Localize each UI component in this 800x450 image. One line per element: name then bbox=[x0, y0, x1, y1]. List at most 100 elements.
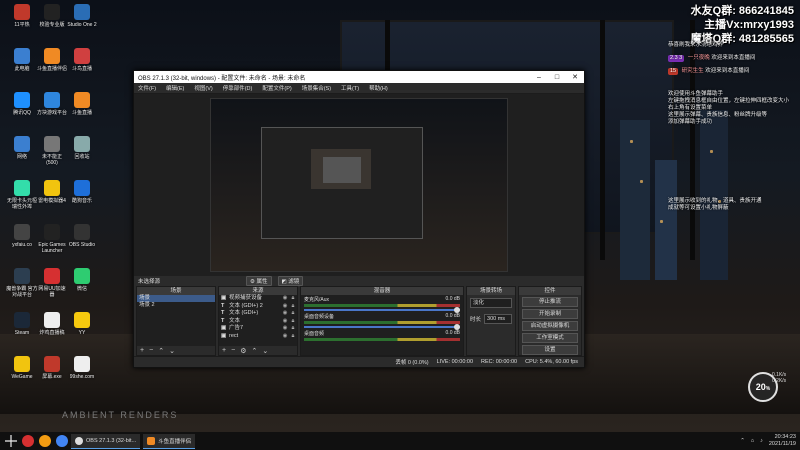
desktop-icon[interactable]: 回收站 bbox=[66, 136, 98, 160]
lock-icon[interactable]: 🔒︎ bbox=[289, 325, 297, 333]
close-icon[interactable]: ✕ bbox=[566, 73, 584, 81]
desktop-icon[interactable]: 网易UU加速器 bbox=[36, 268, 68, 298]
notice-line: 右上角有设置菜单 bbox=[668, 105, 713, 111]
eye-icon[interactable]: ◉ bbox=[281, 333, 289, 341]
desktop-icon-label: 方块游戏平台 bbox=[36, 110, 67, 116]
settings-button[interactable]: 设置 bbox=[522, 345, 578, 355]
chrome-icon[interactable] bbox=[56, 435, 68, 447]
desktop-icon[interactable]: 99she.com bbox=[66, 356, 98, 380]
transition-select[interactable]: 淡化 bbox=[470, 298, 512, 308]
lock-icon[interactable]: 🔒︎ bbox=[289, 333, 297, 341]
desktop-icon[interactable]: 炸鸡直播稿 bbox=[36, 312, 68, 336]
source-item[interactable]: T 文本 (GDI+) 2 ◉ 🔒︎ bbox=[219, 303, 297, 311]
network-icon[interactable]: ⌂ bbox=[751, 438, 754, 444]
eye-icon[interactable]: ◉ bbox=[281, 318, 289, 326]
remove-icon[interactable]: − bbox=[231, 347, 235, 354]
desktop-icon[interactable]: 方块游戏平台 bbox=[36, 92, 68, 116]
properties-button[interactable]: ⚙ 属性 bbox=[246, 276, 272, 286]
volume-slider[interactable] bbox=[304, 324, 460, 330]
chevron-up-icon[interactable]: ⌃ bbox=[251, 347, 257, 355]
source-item[interactable]: ▣ rect ◉ 🔒︎ bbox=[219, 333, 297, 341]
studio-mode-button[interactable]: 工作室模式 bbox=[522, 333, 578, 343]
scene-item[interactable]: 场景 2 bbox=[137, 302, 215, 309]
start-recording-button[interactable]: 开始录制 bbox=[522, 309, 578, 319]
desktop-icon[interactable]: WeGame bbox=[6, 356, 38, 380]
minimize-icon[interactable]: – bbox=[530, 74, 548, 81]
start-icon[interactable] bbox=[5, 435, 17, 447]
desktop-icon[interactable]: yxfaiu.co bbox=[6, 224, 38, 248]
duration-input[interactable]: 300 ms bbox=[484, 314, 512, 324]
gear-icon[interactable]: ⚙ bbox=[240, 347, 246, 355]
menu-scene-collection[interactable]: 场景集合(S) bbox=[302, 84, 331, 92]
menu-view[interactable]: 视图(V) bbox=[194, 84, 212, 92]
volume-icon[interactable]: ♪ bbox=[760, 438, 763, 444]
obs-window[interactable]: OBS 27.1.3 (32-bit, windows) - 配置文件: 未命名… bbox=[133, 70, 585, 368]
lock-icon[interactable]: 🔒︎ bbox=[289, 318, 297, 326]
desktop-icon-label: 回收站 bbox=[74, 154, 90, 160]
app-icon[interactable] bbox=[22, 435, 34, 447]
menu-docks[interactable]: 停靠部件(D) bbox=[223, 84, 253, 92]
desktop-icon-label: 斗鸟直播 bbox=[71, 66, 92, 72]
maximize-icon[interactable]: □ bbox=[548, 74, 566, 81]
source-item[interactable]: T 文本 ◉ 🔒︎ bbox=[219, 318, 297, 326]
desktop-icon[interactable]: 腾讯QQ bbox=[6, 92, 38, 116]
eye-icon[interactable]: ◉ bbox=[281, 303, 289, 311]
eye-icon[interactable]: ◉ bbox=[281, 295, 289, 303]
desktop-icon[interactable]: 雷电模拟器4 bbox=[36, 180, 68, 204]
desktop-icon[interactable]: 斗鱼直播 bbox=[66, 92, 98, 116]
clock[interactable]: 20:34:23 2021/11/19 bbox=[769, 434, 796, 448]
menu-tools[interactable]: 工具(T) bbox=[341, 84, 359, 92]
chevron-down-icon[interactable]: ⌄ bbox=[262, 347, 268, 355]
desktop-icon[interactable]: 11平热 bbox=[6, 4, 38, 28]
source-type-icon: ▣ bbox=[221, 295, 227, 301]
menu-edit[interactable]: 编辑(E) bbox=[166, 84, 184, 92]
taskbar-obs[interactable]: OBS 27.1.3 (32-bit... bbox=[71, 433, 141, 449]
desktop-icon[interactable]: 未不能正 (500) bbox=[36, 136, 68, 166]
desktop-icon[interactable]: 斗鸟直播 bbox=[66, 48, 98, 72]
menu-file[interactable]: 文件(F) bbox=[138, 84, 156, 92]
desktop-icon[interactable]: OBS Studio bbox=[66, 224, 98, 248]
desktop-icon[interactable]: 魔兽争霸 官方对战平台 bbox=[6, 268, 38, 298]
lock-icon[interactable]: 🔒︎ bbox=[289, 295, 297, 303]
eye-icon[interactable]: ◉ bbox=[281, 310, 289, 318]
desktop-icon[interactable]: 无限卡头元桓 瑞性外埠 bbox=[6, 180, 38, 210]
desktop-icon[interactable]: Studio One 2 bbox=[66, 4, 98, 28]
desktop-icon[interactable]: YY bbox=[66, 312, 98, 336]
chevron-down-icon[interactable]: ⌄ bbox=[169, 347, 175, 355]
volume-slider[interactable] bbox=[304, 307, 460, 313]
system-tray: ⌃ ⌂ ♪ 20:34:23 2021/11/19 bbox=[740, 432, 796, 450]
filters-button[interactable]: ◩ 滤镜 bbox=[277, 276, 304, 286]
obs-titlebar[interactable]: OBS 27.1.3 (32-bit, windows) - 配置文件: 未命名… bbox=[134, 71, 584, 83]
desktop-icon[interactable]: 此电脑 bbox=[6, 48, 38, 72]
taskbar-douyu[interactable]: 斗鱼直播伴侣 bbox=[143, 433, 196, 449]
lock-icon[interactable]: 🔒︎ bbox=[289, 310, 297, 318]
sources-dock: 来源 ▣ 视频捕获设备 ◉ 🔒︎ T 文本 (GDI+) 2 ◉ 🔒︎ T 文本 (GDI+)… bbox=[218, 286, 298, 356]
source-item[interactable]: ▣ 视频捕获设备 ◉ 🔒︎ bbox=[219, 295, 297, 303]
add-icon[interactable]: + bbox=[222, 347, 226, 354]
desktop-icon[interactable]: Epic Games Launcher bbox=[36, 224, 68, 254]
stop-streaming-button[interactable]: 停止推流 bbox=[522, 297, 578, 307]
desktop-icon[interactable]: 微信 bbox=[66, 268, 98, 292]
desktop-icon[interactable]: Steam bbox=[6, 312, 38, 336]
source-item[interactable]: T 文本 (GDI+) ◉ 🔒︎ bbox=[219, 310, 297, 318]
eye-icon[interactable]: ◉ bbox=[281, 325, 289, 333]
desktop-icon[interactable]: 斗鱼直播伴侣 bbox=[36, 48, 68, 72]
virtual-camera-button[interactable]: 启动虚拟摄像机 bbox=[522, 321, 578, 331]
source-item[interactable]: ▣ 广告7 ◉ 🔒︎ bbox=[219, 325, 297, 333]
desktop-icon[interactable]: 屏幕.exe bbox=[36, 356, 68, 380]
menu-profile[interactable]: 配置文件(P) bbox=[262, 84, 291, 92]
desktop-icon[interactable]: 酷狗音乐 bbox=[66, 180, 98, 204]
preview-canvas[interactable] bbox=[210, 98, 508, 272]
chevron-up-icon[interactable]: ⌃ bbox=[740, 438, 745, 444]
menu-help[interactable]: 帮助(H) bbox=[369, 84, 388, 92]
chat-message: 15 研究生生 欢迎来到本直播间 bbox=[668, 68, 796, 75]
desktop-icon-label: 未不能正 (500) bbox=[41, 154, 62, 166]
scene-item[interactable]: 场景 bbox=[137, 295, 215, 302]
remove-icon[interactable]: − bbox=[149, 347, 153, 354]
desktop-icon[interactable]: 网络 bbox=[6, 136, 38, 160]
lock-icon[interactable]: 🔒︎ bbox=[289, 303, 297, 311]
add-icon[interactable]: + bbox=[140, 347, 144, 354]
desktop-icon[interactable]: 校验专业版 bbox=[36, 4, 68, 28]
chevron-up-icon[interactable]: ⌃ bbox=[158, 347, 164, 355]
browser-icon[interactable] bbox=[39, 435, 51, 447]
